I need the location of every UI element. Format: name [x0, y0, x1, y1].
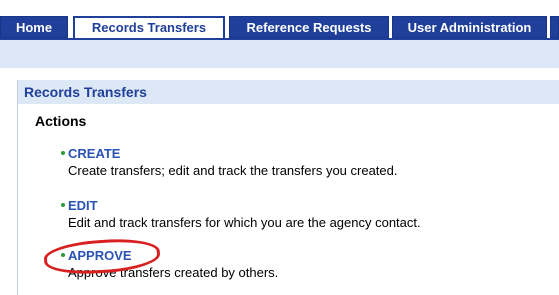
subnav-bar	[0, 38, 559, 68]
tab-user-administration[interactable]: User Administration	[392, 16, 547, 38]
panel-title: Records Transfers	[18, 80, 559, 104]
tab-home[interactable]: Home	[0, 16, 68, 38]
actions-heading: Actions	[35, 113, 87, 129]
approve-link[interactable]: APPROVE	[68, 248, 278, 264]
action-item-edit: EDIT Edit and track transfers for which …	[61, 198, 421, 231]
main-nav-tabs: Home Records Transfers Reference Request…	[0, 0, 559, 40]
bullet-icon	[61, 203, 65, 207]
tab-records-transfers[interactable]: Records Transfers	[73, 16, 225, 40]
records-transfers-panel: Records Transfers Actions CREATE Create …	[17, 80, 559, 295]
edit-description: Edit and track transfers for which you a…	[68, 215, 421, 230]
bullet-icon	[61, 151, 65, 155]
tab-reference-requests[interactable]: Reference Requests	[229, 16, 389, 38]
create-description: Create transfers; edit and track the tra…	[68, 163, 398, 178]
approve-description: Approve transfers created by others.	[68, 265, 279, 280]
bullet-icon	[61, 253, 65, 257]
action-item-approve: APPROVE Approve transfers created by oth…	[61, 248, 279, 281]
edit-link[interactable]: EDIT	[68, 198, 421, 214]
action-item-create: CREATE Create transfers; edit and track …	[61, 146, 398, 179]
tab-overflow-edge	[550, 16, 559, 38]
create-link[interactable]: CREATE	[68, 146, 398, 162]
